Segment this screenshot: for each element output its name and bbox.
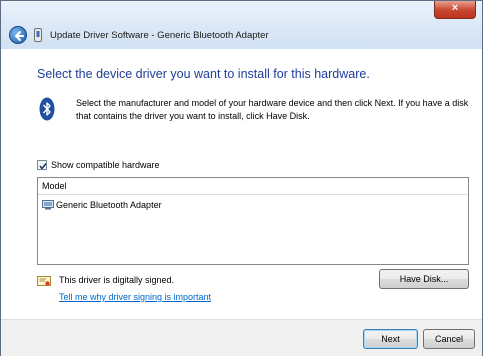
device-icon <box>34 28 42 42</box>
signed-status-text: This driver is digitally signed. <box>59 275 175 285</box>
show-compatible-label[interactable]: Show compatible hardware <box>51 160 160 170</box>
list-item[interactable]: Generic Bluetooth Adapter <box>38 197 468 213</box>
model-list[interactable]: Model Generic Bluetooth Adapter <box>37 177 469 265</box>
show-compatible-checkbox[interactable] <box>37 160 47 170</box>
back-arrow-icon <box>15 31 24 41</box>
bluetooth-icon <box>39 97 55 121</box>
checkmark-icon <box>39 163 47 170</box>
window-title: Update Driver Software - Generic Bluetoo… <box>50 30 269 41</box>
page-heading: Select the device driver you want to ins… <box>37 67 370 81</box>
main-content: Select the device driver you want to ins… <box>1 49 482 319</box>
list-item-label: Generic Bluetooth Adapter <box>56 200 162 210</box>
footer-bar: Next Cancel <box>1 319 482 356</box>
back-button[interactable] <box>9 26 27 44</box>
device-icon <box>42 200 54 210</box>
model-column-header[interactable]: Model <box>38 178 468 195</box>
certificate-icon <box>37 276 51 286</box>
title-bar: Update Driver Software - Generic Bluetoo… <box>1 1 482 49</box>
have-disk-button[interactable]: Have Disk... <box>379 269 469 289</box>
close-button[interactable]: × <box>434 1 476 19</box>
next-button[interactable]: Next <box>363 329 418 349</box>
close-icon: × <box>451 2 459 14</box>
driver-signing-link[interactable]: Tell me why driver signing is important <box>59 292 211 302</box>
instructions-text: Select the manufacturer and model of you… <box>76 98 469 121</box>
dialog-window: Update Driver Software - Generic Bluetoo… <box>0 0 483 356</box>
cancel-button[interactable]: Cancel <box>423 329 475 349</box>
